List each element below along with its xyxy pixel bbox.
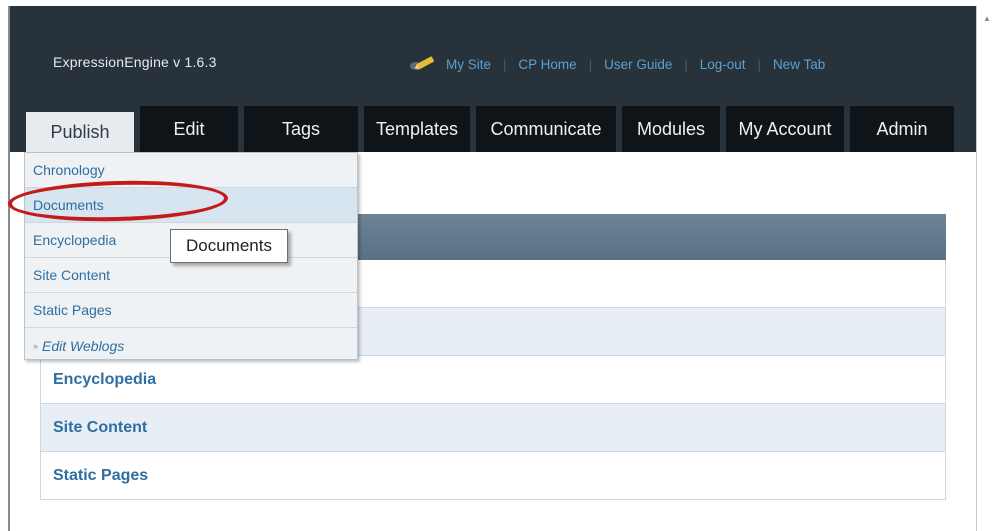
- app-brand: ExpressionEngine v 1.6.3: [53, 54, 217, 70]
- menu-item-static-pages[interactable]: Static Pages: [25, 293, 357, 328]
- user-guide-link[interactable]: User Guide: [604, 57, 672, 72]
- tab-edit[interactable]: Edit: [140, 106, 238, 152]
- tab-modules[interactable]: Modules: [622, 106, 720, 152]
- tab-templates[interactable]: Templates: [364, 106, 470, 152]
- nav-separator: |: [503, 56, 507, 72]
- new-tab-link[interactable]: New Tab: [773, 57, 825, 72]
- tooltip: Documents: [170, 229, 288, 263]
- weblog-row-encyclopedia[interactable]: Encyclopedia: [40, 356, 946, 404]
- scroll-up-arrow-icon[interactable]: ▲: [983, 14, 991, 23]
- weblog-row-static-pages[interactable]: Static Pages: [40, 452, 946, 500]
- header-nav: My Site | CP Home | User Guide | Log-out…: [406, 52, 825, 76]
- window-frame-right: [976, 6, 977, 531]
- my-site-link[interactable]: My Site: [446, 57, 491, 72]
- menu-item-edit-weblogs[interactable]: » Edit Weblogs: [25, 328, 357, 363]
- tab-admin[interactable]: Admin: [850, 106, 954, 152]
- nav-separator: |: [588, 56, 593, 72]
- bullet-arrow-icon: »: [33, 340, 39, 351]
- tab-my-account[interactable]: My Account: [726, 106, 844, 152]
- nav-separator: |: [757, 56, 761, 72]
- pencil-icon: [406, 53, 438, 75]
- control-panel-header: ExpressionEngine v 1.6.3 My Site | CP Ho…: [10, 6, 976, 106]
- nav-separator: |: [684, 56, 688, 72]
- tab-publish[interactable]: Publish: [26, 112, 134, 152]
- weblog-row-site-content[interactable]: Site Content: [40, 404, 946, 452]
- tab-communicate[interactable]: Communicate: [476, 106, 616, 152]
- log-out-link[interactable]: Log-out: [700, 57, 746, 72]
- edit-weblogs-label: Edit Weblogs: [42, 337, 125, 354]
- tab-tags[interactable]: Tags: [244, 106, 358, 152]
- main-tab-bar: Publish Edit Tags Templates Communicate …: [10, 106, 976, 152]
- cp-home-link[interactable]: CP Home: [518, 57, 576, 72]
- menu-item-site-content[interactable]: Site Content: [25, 258, 357, 293]
